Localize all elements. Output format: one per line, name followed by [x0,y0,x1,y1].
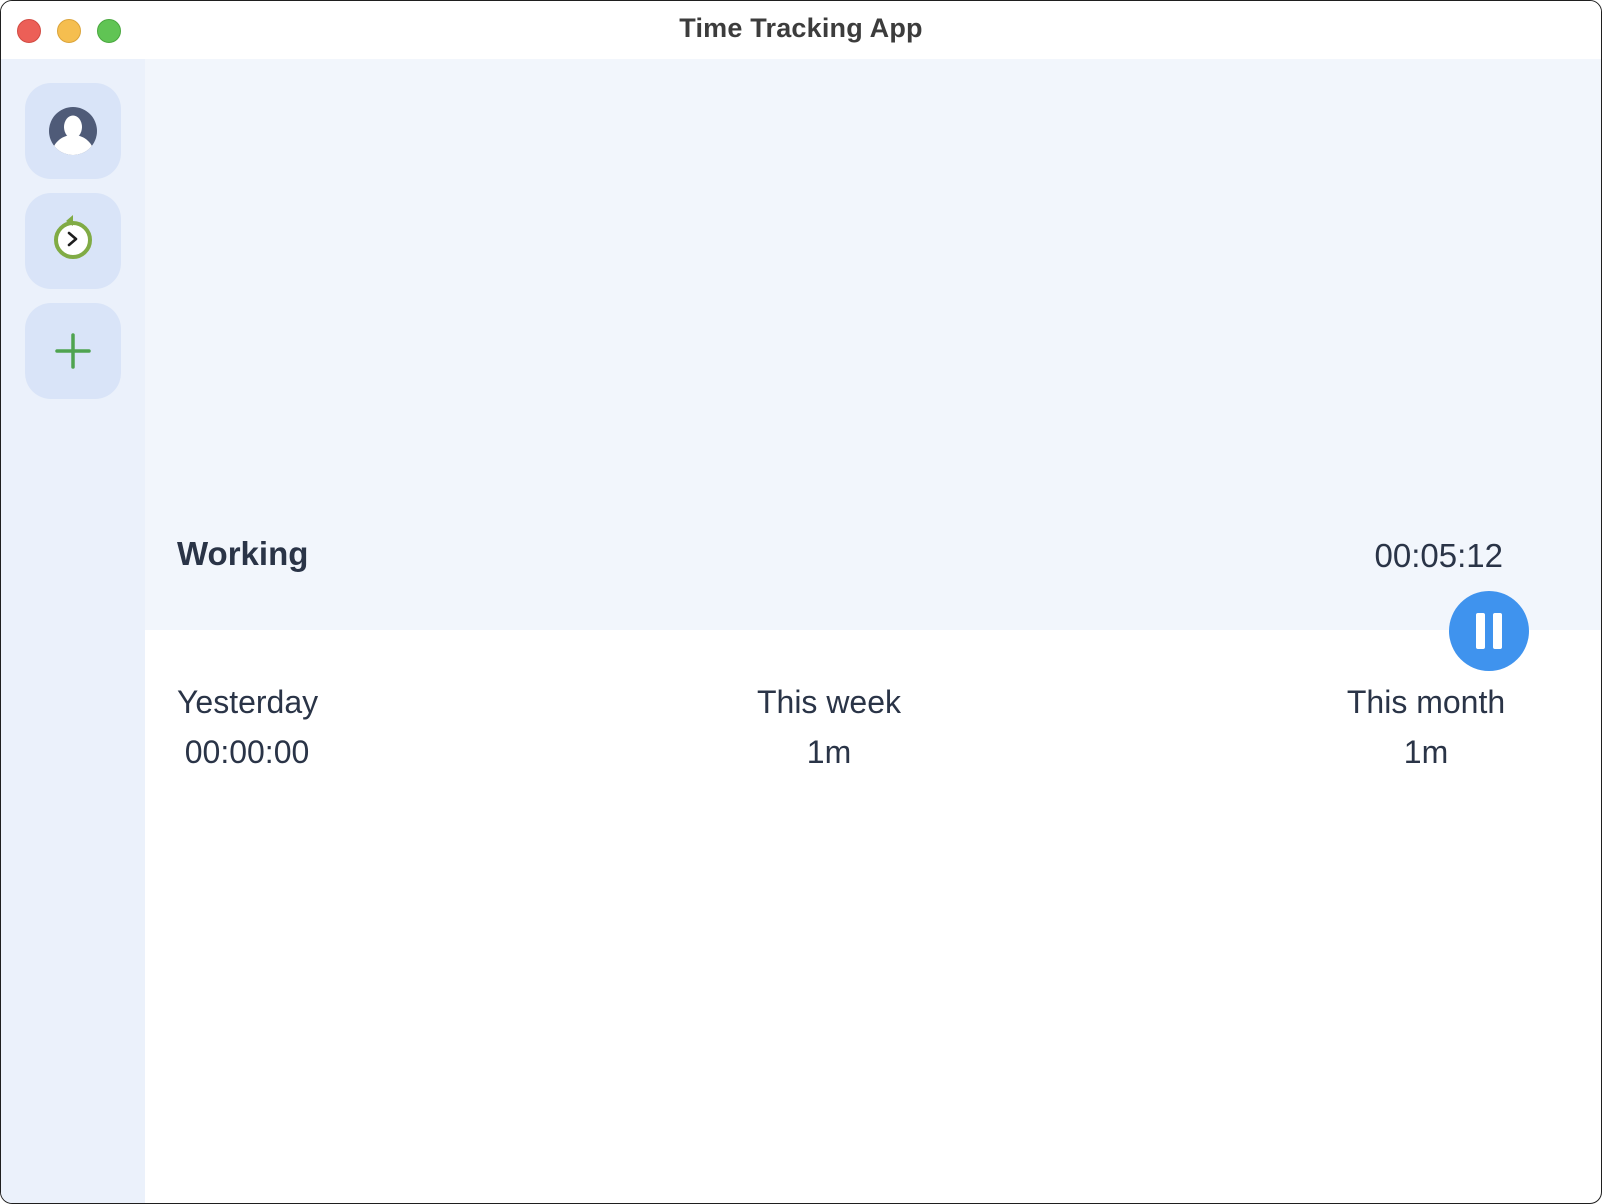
stat-value: 1m [806,734,852,770]
sidebar-item-profile[interactable] [25,83,121,179]
stat-value: 00:00:00 [184,734,310,770]
timer-history-icon [54,215,92,259]
plus-icon [55,333,91,369]
stat-this-month: This month 1m [1341,679,1511,775]
activity-status: Working [177,535,309,572]
sidebar-item-history[interactable] [25,193,121,289]
stat-label: This week [756,684,902,720]
pause-button[interactable] [1449,591,1529,671]
user-avatar-icon [49,107,97,155]
window-title: Time Tracking App [679,13,923,43]
app-window: Time Tracking App Working 00:05:12 Yeste… [0,0,1602,1204]
stat-yesterday: Yesterday 00:00:00 [177,679,319,775]
sidebar-item-add[interactable] [25,303,121,399]
elapsed-timer: 00:05:12 [1374,537,1503,574]
stat-label: This month [1346,684,1506,720]
title-bar: Time Tracking App [1,1,1601,59]
sidebar [1,59,145,1203]
stat-label: Yesterday [177,684,319,720]
stat-this-week: This week 1m [749,679,909,775]
stat-value: 1m [1403,734,1449,770]
